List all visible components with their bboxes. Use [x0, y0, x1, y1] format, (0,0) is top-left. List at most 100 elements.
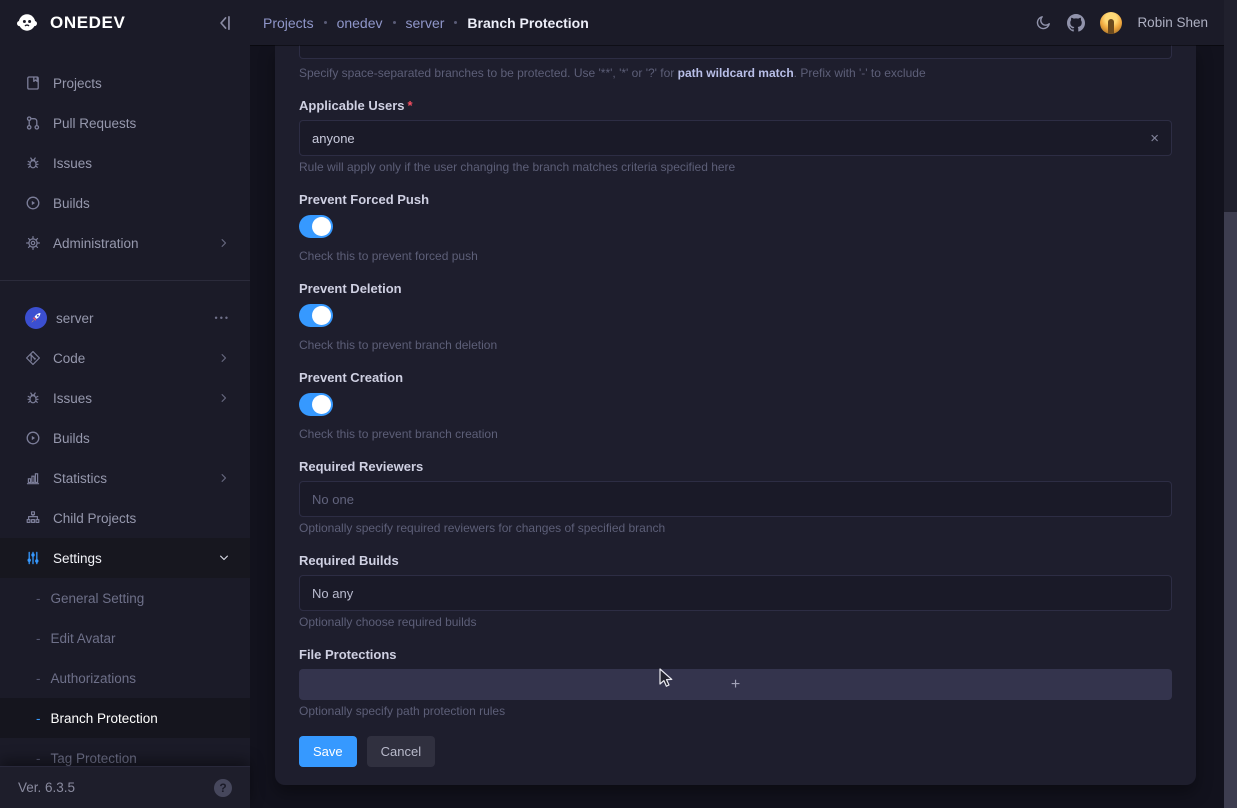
help-icon[interactable]: ? [214, 779, 232, 797]
sidebar-subitem-label: Tag Protection [51, 751, 137, 766]
onedev-logo-icon [14, 10, 40, 36]
file-protections-label: File Protections [299, 647, 1172, 663]
sidebar-subitem-branch-protection[interactable]: - Branch Protection [0, 698, 250, 738]
dash-bullet: - [36, 671, 41, 686]
prevent-creation-help: Check this to prevent branch creation [299, 428, 1172, 441]
more-options-icon[interactable]: ••• [215, 313, 230, 323]
branches-help-text: Specify space-separated branches to be p… [299, 66, 678, 80]
chevron-right-icon [218, 392, 230, 404]
sidebar-divider [0, 280, 250, 281]
breadcrumb-onedev[interactable]: onedev [337, 15, 383, 31]
prevent-creation-toggle[interactable] [299, 393, 333, 416]
sidebar-subitem-edit-avatar[interactable]: - Edit Avatar [0, 618, 250, 658]
bug-icon [25, 390, 41, 406]
sidebar-subitem-label: Branch Protection [51, 711, 158, 726]
main-area: Specify space-separated branches to be p… [250, 45, 1224, 808]
dark-mode-moon-icon[interactable] [1035, 14, 1052, 31]
bar-chart-icon [25, 470, 41, 486]
prevent-forced-push-label: Prevent Forced Push [299, 192, 1172, 208]
page-title: Branch Protection [467, 15, 588, 31]
dash-bullet: - [36, 751, 41, 766]
projects-icon [25, 75, 41, 91]
sidebar-subitem-label: Edit Avatar [51, 631, 116, 646]
prevent-creation-label: Prevent Creation [299, 370, 1172, 386]
user-name[interactable]: Robin Shen [1137, 15, 1208, 30]
topbar: Projects onedev server Branch Protection… [250, 0, 1224, 45]
sidebar-footer: Ver. 6.3.5 ? [0, 766, 250, 808]
breadcrumb-server[interactable]: server [406, 15, 445, 31]
brand-name: ONEDEV [50, 13, 125, 33]
breadcrumb: Projects onedev server Branch Protection [263, 15, 589, 31]
sidebar-item-label: Administration [53, 236, 139, 251]
required-builds-label: Required Builds [299, 553, 1172, 569]
sidebar-item-issues[interactable]: Issues [0, 143, 250, 183]
clear-icon[interactable]: × [1150, 131, 1159, 146]
add-icon[interactable]: + [731, 676, 740, 694]
chevron-right-icon [218, 472, 230, 484]
file-protections-add-bar[interactable]: + [299, 669, 1172, 700]
sidebar-item-child-projects[interactable]: Child Projects [0, 498, 250, 538]
applicable-users-value: anyone [312, 131, 355, 146]
sidebar-subitem-label: General Setting [51, 591, 145, 606]
github-icon[interactable] [1067, 14, 1085, 32]
project-name: server [56, 311, 94, 326]
applicable-users-input[interactable]: anyone × [299, 120, 1172, 156]
save-button[interactable]: Save [299, 736, 357, 767]
dash-bullet: - [36, 591, 41, 606]
brand[interactable]: ONEDEV [14, 10, 216, 36]
window-scrollbar-thumb[interactable] [1224, 212, 1237, 808]
prevent-forced-push-help: Check this to prevent forced push [299, 250, 1172, 263]
sidebar-subitem-general-setting[interactable]: - General Setting [0, 578, 250, 618]
version-label: Ver. 6.3.5 [18, 780, 75, 795]
play-circle-icon [25, 195, 41, 211]
user-avatar[interactable] [1100, 12, 1122, 34]
sidebar-item-settings[interactable]: Settings [0, 538, 250, 578]
sidebar-item-label: Settings [53, 551, 102, 566]
sidebar-item-project-builds[interactable]: Builds [0, 418, 250, 458]
sliders-settings-icon [25, 550, 41, 566]
dash-bullet: - [36, 631, 41, 646]
label-text: Applicable Users [299, 98, 405, 113]
toggle-knob [312, 306, 331, 325]
sidebar-item-projects[interactable]: Projects [0, 63, 250, 103]
sidebar-item-code[interactable]: Code [0, 338, 250, 378]
branches-help: Specify space-separated branches to be p… [299, 67, 1172, 80]
sidebar-header: ONEDEV [0, 0, 250, 45]
prevent-deletion-label: Prevent Deletion [299, 281, 1172, 297]
required-asterisk: * [408, 98, 413, 113]
sidebar-item-label: Pull Requests [53, 116, 136, 131]
prevent-forced-push-toggle[interactable] [299, 215, 333, 238]
required-reviewers-label: Required Reviewers [299, 459, 1172, 475]
prevent-deletion-toggle[interactable] [299, 304, 333, 327]
topbar-actions: Robin Shen [1035, 12, 1208, 34]
sidebar-item-label: Issues [53, 156, 92, 171]
cancel-button[interactable]: Cancel [367, 736, 435, 767]
bug-icon [25, 155, 41, 171]
collapse-sidebar-icon[interactable] [216, 14, 234, 32]
sidebar-project-row[interactable]: server ••• [0, 298, 250, 338]
sidebar-item-pull-requests[interactable]: Pull Requests [0, 103, 250, 143]
git-code-icon [25, 350, 41, 366]
sidebar-subitem-authorizations[interactable]: - Authorizations [0, 658, 250, 698]
gear-icon [25, 235, 41, 251]
sidebar-item-label: Child Projects [53, 511, 136, 526]
sidebar-item-builds[interactable]: Builds [0, 183, 250, 223]
toggle-knob [312, 395, 331, 414]
required-builds-input[interactable]: No any [299, 575, 1172, 611]
window-scrollbar-track[interactable] [1224, 0, 1237, 808]
breadcrumb-projects[interactable]: Projects [263, 15, 314, 31]
sidebar-item-administration[interactable]: Administration [0, 223, 250, 263]
branches-help-text-2: . Prefix with '-' to exclude [794, 66, 926, 80]
sidebar-item-project-issues[interactable]: Issues [0, 378, 250, 418]
required-reviewers-input[interactable]: No one [299, 481, 1172, 517]
sidebar-item-label: Issues [53, 391, 92, 406]
breadcrumb-separator [454, 21, 457, 24]
path-wildcard-link[interactable]: path wildcard match [678, 66, 794, 80]
prevent-deletion-help: Check this to prevent branch deletion [299, 339, 1172, 352]
breadcrumb-separator [324, 21, 327, 24]
applicable-users-help: Rule will apply only if the user changin… [299, 161, 1172, 174]
sidebar-item-statistics[interactable]: Statistics [0, 458, 250, 498]
file-protections-help: Optionally specify path protection rules [299, 705, 1172, 718]
branches-input-partial[interactable] [299, 45, 1172, 59]
project-avatar-rocket [25, 307, 47, 329]
